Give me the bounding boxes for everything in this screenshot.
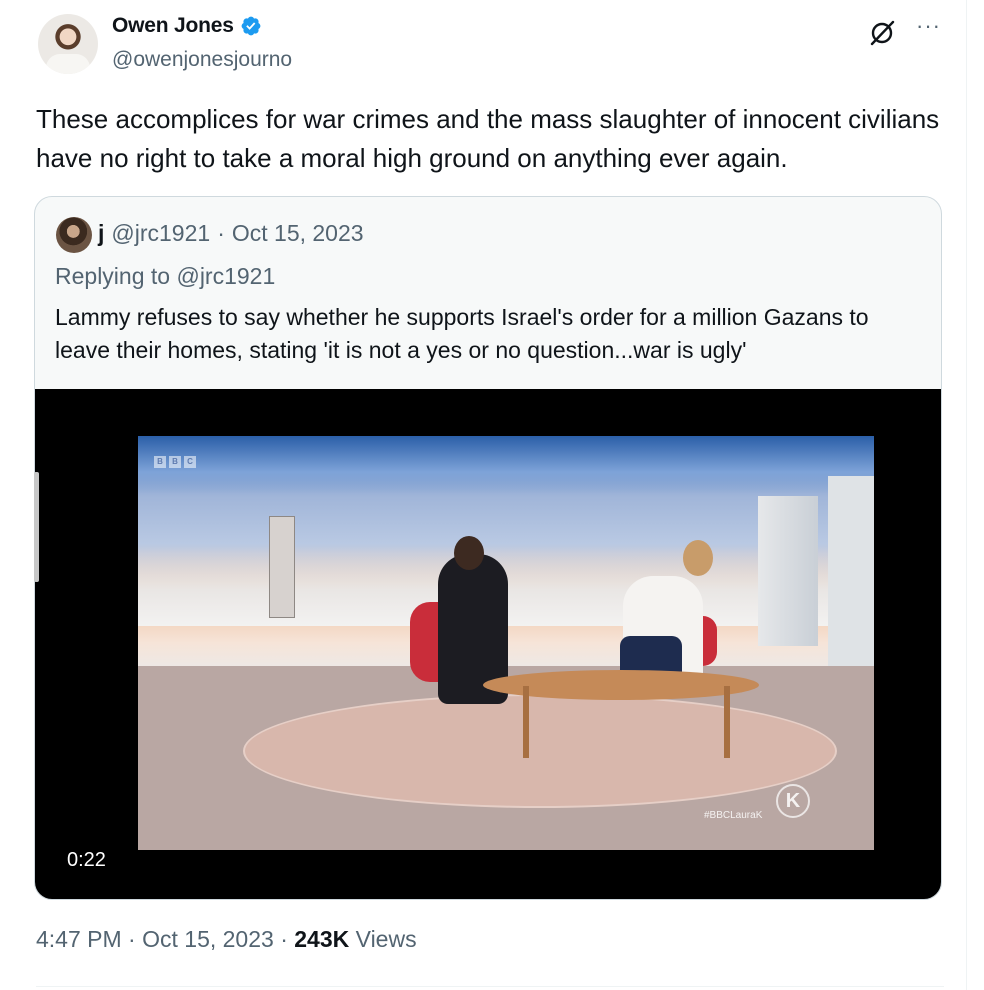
quoted-tweet-date[interactable]: Oct 15, 2023	[232, 220, 364, 247]
meta-separator: ·	[121, 926, 143, 952]
replying-to-line: Replying to @jrc1921	[55, 263, 275, 290]
video-duration: 0:22	[61, 847, 112, 874]
author-avatar[interactable]	[38, 14, 98, 74]
show-hashtag: #BBCLauraK	[704, 810, 763, 821]
author-handle[interactable]: @owenjonesjourno	[112, 48, 292, 72]
divider	[36, 986, 944, 987]
quoted-author-avatar[interactable]	[56, 217, 92, 253]
author-display-name[interactable]: Owen Jones	[112, 14, 234, 38]
author-name-row[interactable]: Owen Jones	[112, 14, 262, 38]
views-label: Views	[349, 926, 417, 952]
video-frame[interactable]: B B C K #BBCLauraK	[138, 436, 874, 850]
bbc-logo: B B C	[154, 456, 196, 468]
show-logo-icon: K	[776, 784, 810, 818]
quoted-tweet-text: Lammy refuses to say whether he supports…	[55, 304, 869, 363]
post-time[interactable]: 4:47 PM	[36, 926, 122, 953]
quoted-author-name[interactable]: j	[98, 220, 104, 247]
meta-separator: ·	[273, 926, 295, 952]
tweet-meta: 4:47 PM · Oct 15, 2023 · 243K Views	[36, 926, 417, 953]
quoted-tweet[interactable]: j @jrc1921 · Oct 15, 2023 Replying to @j…	[34, 196, 942, 900]
replying-to-prefix: Replying to	[55, 263, 171, 289]
video-player[interactable]: B B C K #BBCLauraK 0:22	[35, 389, 941, 899]
tweet-text: These accomplices for war crimes and the…	[36, 104, 940, 173]
header-separator: ·	[217, 220, 225, 246]
quoted-tweet-header: j @jrc1921 · Oct 15, 2023	[98, 220, 364, 247]
views-count: 243K	[294, 926, 350, 952]
post-date[interactable]: Oct 15, 2023	[142, 926, 274, 953]
scroll-handle[interactable]	[34, 472, 39, 582]
grok-icon[interactable]	[866, 17, 898, 49]
verified-badge-icon	[241, 16, 261, 36]
quoted-author-handle[interactable]: @jrc1921	[111, 220, 210, 247]
more-options-button[interactable]: ···	[916, 13, 941, 39]
big-ben-tower	[269, 516, 295, 618]
replying-to-handle[interactable]: @jrc1921	[176, 263, 275, 289]
tweet-card: Owen Jones @owenjonesjourno ··· These ac…	[0, 0, 967, 990]
